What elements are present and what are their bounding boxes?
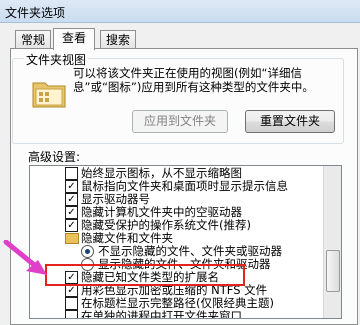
scrollbar[interactable] [323, 166, 341, 318]
title-bar: 文件夹选项 [0, 0, 360, 23]
scrollbar-thumb[interactable] [326, 250, 340, 292]
advanced-settings-title: 高级设置: [28, 150, 81, 164]
checkbox[interactable] [65, 310, 78, 318]
list-item-label: 在单独的进程中打开文件夹窗口 [81, 309, 242, 319]
tab-search[interactable]: 搜索 [100, 30, 136, 49]
folder-icon [32, 82, 66, 108]
list-item-label: 不显示隐藏的文件、文件夹或驱动器 [98, 244, 282, 258]
checkbox[interactable]: ✓ [65, 219, 78, 232]
list-item-label: 鼠标指向文件夹和桌面项时显示提示信息 [81, 179, 288, 193]
window-title: 文件夹选项 [5, 6, 66, 20]
list-item-label: 隐藏计算机文件夹中的空驱动器 [81, 205, 242, 219]
pointer-arrow-icon [3, 240, 47, 275]
checkbox[interactable]: ✓ [65, 206, 78, 219]
list-item-label: 显示驱动器号 [81, 192, 150, 206]
reset-folders-button[interactable]: 重置文件夹 [245, 110, 335, 133]
advanced-settings-list[interactable]: 始终显示图标，从不显示缩略图 ✓ 鼠标指向文件夹和桌面项时显示提示信息 ✓ 显示… [29, 165, 342, 319]
tab-view[interactable]: 查看 [53, 28, 95, 50]
highlight-box [45, 264, 245, 286]
tab-general[interactable]: 常规 [15, 30, 51, 49]
checkbox[interactable]: ✓ [65, 180, 78, 193]
apply-to-folders-button[interactable]: 应用到文件夹 [132, 110, 228, 133]
checkbox[interactable] [65, 297, 78, 310]
folder-views-description: 可以将该文件夹正在使用的视图(例如“详细信息”或“图标”)应用到所有这种类型的文… [73, 66, 314, 94]
list-item-label: 隐藏文件和文件夹 [81, 231, 173, 245]
list-item-label: 始终显示图标，从不显示缩略图 [81, 166, 242, 180]
list-item-label: 在标题栏显示完整路径(仅限经典主题) [81, 296, 274, 310]
list-item-label: 隐藏受保护的操作系统文件(推荐) [81, 218, 251, 232]
checkbox[interactable] [65, 167, 78, 180]
checkbox[interactable]: ✓ [65, 193, 78, 206]
radio-button[interactable] [81, 245, 94, 258]
folder-icon [65, 233, 79, 244]
